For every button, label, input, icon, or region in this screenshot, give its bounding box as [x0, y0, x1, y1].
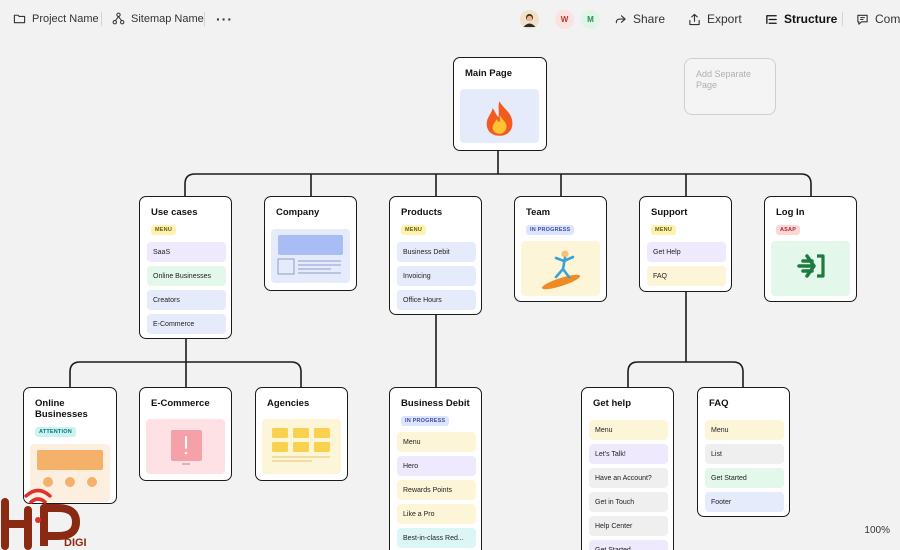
list-item[interactable]: Office Hours [397, 290, 476, 310]
list-item[interactable]: E-Commerce [147, 314, 226, 334]
list-item[interactable]: Hero [397, 456, 476, 476]
svg-text:DIGI: DIGI [64, 537, 87, 549]
login-arrow-icon [797, 254, 825, 278]
list-item[interactable]: Business Debit [397, 242, 476, 262]
card-agencies[interactable]: Agencies [255, 387, 348, 481]
card-title: Support [651, 207, 688, 218]
list-item[interactable]: SaaS [147, 242, 226, 262]
list-item[interactable]: Menu [589, 420, 668, 440]
card-title: Main Page [465, 68, 512, 79]
alert-thumbnail-icon [171, 430, 202, 465]
list-item[interactable]: Rewards Points [397, 480, 476, 500]
card-company[interactable]: Company [264, 196, 357, 291]
card-title: Products [401, 207, 443, 218]
card-title: FAQ [709, 398, 729, 409]
list-item[interactable]: Creators [147, 290, 226, 310]
card-title: Use cases [151, 207, 198, 218]
add-separate-page-button[interactable]: Add Separate Page [684, 58, 776, 115]
list-item[interactable]: Menu [397, 432, 476, 452]
list-item[interactable]: Help Center [589, 516, 668, 536]
card-title: Team [526, 207, 551, 218]
card-faq[interactable]: FAQ Menu List Get Started Footer [697, 387, 790, 517]
page-thumbnail [521, 241, 600, 296]
card-get-help[interactable]: Get help Menu Let's Talk! Have an Accoun… [581, 387, 674, 550]
card-title: Online Businesses [35, 398, 88, 420]
list-item[interactable]: Menu [705, 420, 784, 440]
card-title: Agencies [267, 398, 310, 409]
status-badge: MENU [651, 225, 676, 235]
status-badge: MENU [151, 225, 176, 235]
add-separate-page-label: Add Separate Page [696, 69, 752, 90]
status-badge: ASAP [776, 225, 801, 235]
list-item[interactable]: Get in Touch [589, 492, 668, 512]
card-title: Company [276, 207, 320, 218]
card-log-in[interactable]: Log In ASAP [764, 196, 857, 302]
card-products[interactable]: Products MENU Business Debit Invoicing O… [389, 196, 482, 315]
card-team[interactable]: Team IN PROGRESS [514, 196, 607, 302]
card-title: Business Debit [401, 398, 470, 409]
list-item[interactable]: Best-in-class Red... [397, 528, 476, 548]
card-business-debit[interactable]: Business Debit IN PROGRESS Menu Hero Rew… [389, 387, 482, 550]
status-badge: MENU [401, 225, 426, 235]
status-badge: ATTENTION [35, 427, 76, 437]
list-item[interactable]: Like a Pro [397, 504, 476, 524]
list-item[interactable]: Get Help [647, 242, 726, 262]
list-item[interactable]: List [705, 444, 784, 464]
card-title: Log In [776, 207, 805, 218]
list-item[interactable]: Footer [705, 492, 784, 512]
grid-thumbnail-icon [272, 428, 330, 462]
card-support[interactable]: Support MENU Get Help FAQ [639, 196, 732, 292]
list-item[interactable]: FAQ [647, 266, 726, 286]
list-item[interactable]: Let's Talk! [589, 444, 668, 464]
page-thumbnail [271, 229, 350, 283]
status-badge: IN PROGRESS [526, 225, 575, 235]
list-item[interactable]: Online Businesses [147, 266, 226, 286]
fire-icon [486, 101, 513, 136]
card-main-page[interactable]: Main Page [453, 57, 547, 151]
layout-thumbnail-icon [277, 235, 343, 275]
page-thumbnail [262, 419, 341, 474]
list-item[interactable]: Get Started [589, 540, 668, 550]
status-badge: IN PROGRESS [401, 416, 450, 426]
card-use-cases[interactable]: Use cases MENU SaaS Online Businesses Cr… [139, 196, 232, 339]
list-item[interactable]: Have an Account? [589, 468, 668, 488]
zoom-level[interactable]: 100% [864, 525, 890, 536]
surfer-icon [541, 250, 581, 290]
list-item[interactable]: Invoicing [397, 266, 476, 286]
card-title: Get help [593, 398, 632, 409]
list-item[interactable]: Get Started [705, 468, 784, 488]
page-thumbnail [146, 419, 225, 474]
page-thumbnail [460, 89, 539, 143]
card-title: E-Commerce [151, 398, 210, 409]
hp-digi-logo: DIGI [1, 488, 87, 550]
page-thumbnail [771, 241, 850, 296]
card-e-commerce[interactable]: E-Commerce [139, 387, 232, 481]
